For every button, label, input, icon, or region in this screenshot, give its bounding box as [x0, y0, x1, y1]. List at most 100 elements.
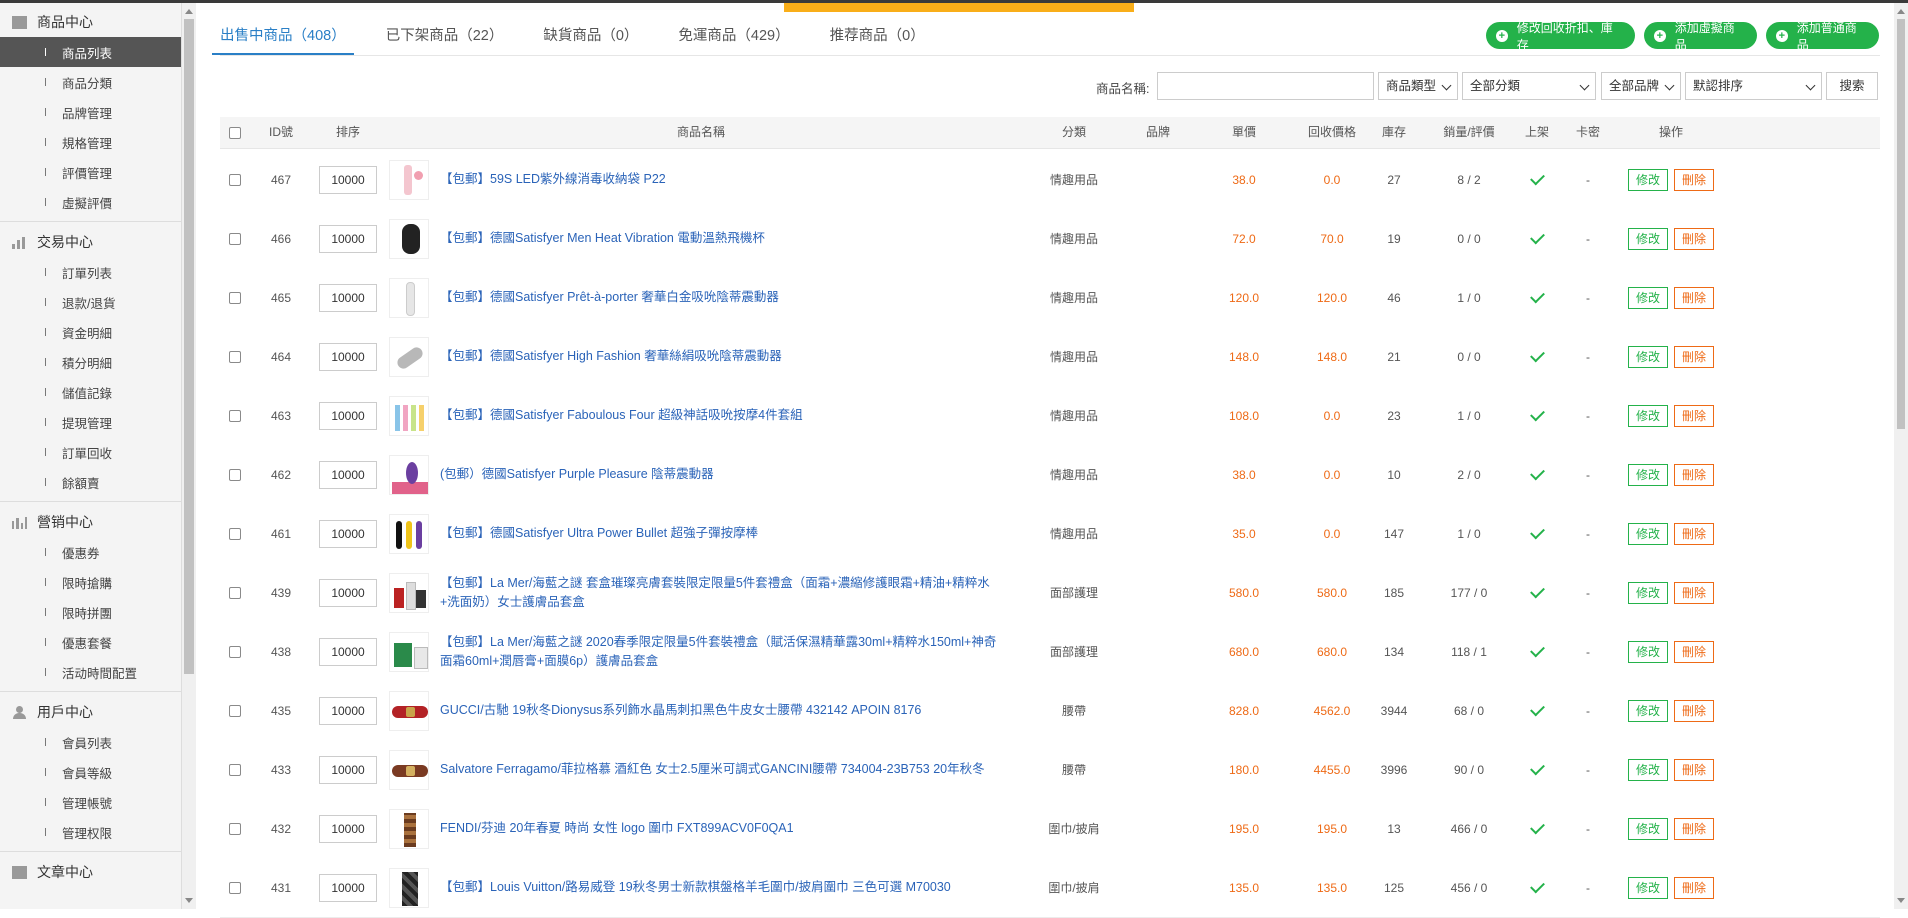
check-icon[interactable] [1529, 701, 1545, 716]
delete-button[interactable]: 刪除 [1674, 699, 1714, 722]
row-product-name[interactable]: 【包郵】德國Satisfyer Faboulous Four 超級神話吸吮按摩4… [440, 386, 1000, 445]
product-thumbnail[interactable] [389, 336, 429, 377]
sidebar-item[interactable]: 限時搶購 [0, 567, 181, 597]
row-checkbox[interactable] [229, 350, 241, 363]
edit-button[interactable]: 修改 [1628, 758, 1668, 781]
row-product-name[interactable]: 【包郵】德國Satisfyer Ultra Power Bullet 超強子彈按… [440, 504, 1000, 563]
tab-off-shelf[interactable]: 已下架商品（22） [386, 18, 504, 54]
sidebar-group-1[interactable]: 交易中心 [0, 227, 181, 257]
row-sort-input[interactable]: 10000 [319, 519, 377, 548]
row-checkbox[interactable] [229, 468, 241, 481]
row-sort-input[interactable]: 10000 [319, 873, 377, 902]
check-icon[interactable] [1529, 406, 1545, 421]
delete-button[interactable]: 刪除 [1674, 758, 1714, 781]
edit-button[interactable]: 修改 [1628, 168, 1668, 191]
delete-button[interactable]: 刪除 [1674, 286, 1714, 309]
sidebar-item[interactable]: 會員等級 [0, 757, 181, 787]
select-all-checkbox[interactable] [229, 126, 241, 139]
sidebar-item[interactable]: 商品分類 [0, 67, 181, 97]
sidebar-scroll-thumb[interactable] [184, 19, 194, 674]
check-icon[interactable] [1529, 229, 1545, 244]
row-checkbox[interactable] [229, 527, 241, 540]
edit-button[interactable]: 修改 [1628, 640, 1668, 663]
sidebar-item[interactable]: 商品列表 [0, 37, 181, 67]
sidebar-item[interactable]: 訂單回收 [0, 437, 181, 467]
row-product-name[interactable]: 【包郵】Louis Vuitton/路易威登 19秋冬男士新款棋盤格羊毛圍巾/披… [440, 858, 1000, 917]
delete-button[interactable]: 刪除 [1674, 581, 1714, 604]
delete-button[interactable]: 刪除 [1674, 876, 1714, 899]
row-checkbox[interactable] [229, 763, 241, 776]
sidebar-item[interactable]: 限時拼團 [0, 597, 181, 627]
edit-button[interactable]: 修改 [1628, 345, 1668, 368]
sidebar-group-4[interactable]: 文章中心 [0, 857, 181, 887]
edit-button[interactable]: 修改 [1628, 522, 1668, 545]
product-thumbnail[interactable] [389, 218, 429, 259]
check-icon[interactable] [1529, 465, 1545, 480]
sidebar-item[interactable]: 評價管理 [0, 157, 181, 187]
check-icon[interactable] [1529, 170, 1545, 185]
row-sort-input[interactable]: 10000 [319, 637, 377, 666]
row-checkbox[interactable] [229, 232, 241, 245]
sidebar-item[interactable]: 訂單列表 [0, 257, 181, 287]
delete-button[interactable]: 刪除 [1674, 640, 1714, 663]
product-thumbnail[interactable] [389, 277, 429, 318]
row-product-name[interactable]: 【包郵】La Mer/海藍之謎 套盒璀璨亮膚套裝限定限量5件套禮盒（面霜+濃縮修… [440, 563, 1000, 622]
scroll-down-icon[interactable] [1897, 898, 1905, 903]
delete-button[interactable]: 刪除 [1674, 345, 1714, 368]
add-virtual-button[interactable]: + 添加虛擬商品 [1644, 21, 1757, 52]
delete-button[interactable]: 刪除 [1674, 817, 1714, 840]
row-checkbox[interactable] [229, 173, 241, 186]
row-sort-input[interactable]: 10000 [319, 755, 377, 784]
row-sort-input[interactable]: 10000 [319, 283, 377, 312]
product-thumbnail[interactable] [389, 159, 429, 200]
sidebar-item[interactable]: 管理帳號 [0, 787, 181, 817]
row-checkbox[interactable] [229, 645, 241, 658]
product-thumbnail[interactable] [389, 631, 429, 672]
check-icon[interactable] [1529, 288, 1545, 303]
sidebar-item[interactable]: 優惠套餐 [0, 627, 181, 657]
sidebar-item[interactable]: 會員列表 [0, 727, 181, 757]
row-product-name[interactable]: 【包郵】德國Satisfyer Prêt-à-porter 奢華白金吸吮陰蒂震動… [440, 268, 1000, 327]
row-product-name[interactable]: 【包郵】La Mer/海藍之謎 2020春季限定限量5件套裝禮盒（賦活保濕精華露… [440, 622, 1000, 681]
sidebar-item[interactable]: 退款/退貨 [0, 287, 181, 317]
row-product-name[interactable]: 【包郵】德國Satisfyer Men Heat Vibration 電動溫熱飛… [440, 209, 1000, 268]
product-thumbnail[interactable] [389, 749, 429, 790]
scroll-down-icon[interactable] [185, 898, 193, 903]
sidebar-item[interactable]: 虛擬評價 [0, 187, 181, 217]
check-icon[interactable] [1529, 583, 1545, 598]
sidebar-scrollbar[interactable] [182, 3, 196, 909]
product-thumbnail[interactable] [389, 513, 429, 554]
row-checkbox[interactable] [229, 409, 241, 422]
main-scrollbar[interactable] [1894, 3, 1908, 909]
edit-button[interactable]: 修改 [1628, 227, 1668, 250]
row-checkbox[interactable] [229, 822, 241, 835]
delete-button[interactable]: 刪除 [1674, 463, 1714, 486]
search-button[interactable]: 搜索 [1826, 72, 1878, 100]
product-thumbnail[interactable] [389, 395, 429, 436]
category-select[interactable]: 全部分類 [1462, 72, 1596, 100]
sidebar-item[interactable]: 資金明細 [0, 317, 181, 347]
row-sort-input[interactable]: 10000 [319, 401, 377, 430]
row-product-name[interactable]: (包郵）德國Satisfyer Purple Pleasure 陰蒂震動器 [440, 445, 1000, 504]
product-thumbnail[interactable] [389, 690, 429, 731]
sidebar-group-3[interactable]: 用戶中心 [0, 697, 181, 727]
tab-out-of-stock[interactable]: 缺貨商品（0） [543, 18, 638, 54]
tab-free-shipping[interactable]: 免運商品（429） [678, 18, 789, 54]
product-thumbnail[interactable] [389, 572, 429, 613]
edit-button[interactable]: 修改 [1628, 699, 1668, 722]
sidebar-item[interactable]: 餘額賣 [0, 467, 181, 497]
row-product-name[interactable]: GUCCI/古馳 19秋冬Dionysus系列飾水晶馬刺扣黑色牛皮女士腰帶 43… [440, 681, 1000, 740]
row-sort-input[interactable]: 10000 [319, 578, 377, 607]
edit-button[interactable]: 修改 [1628, 463, 1668, 486]
row-sort-input[interactable]: 10000 [319, 165, 377, 194]
scroll-up-icon[interactable] [185, 9, 193, 14]
sidebar-item[interactable]: 積分明細 [0, 347, 181, 377]
row-product-name[interactable]: Salvatore Ferragamo/菲拉格慕 酒紅色 女士2.5厘米可調式G… [440, 740, 1000, 799]
row-sort-input[interactable]: 10000 [319, 342, 377, 371]
product-thumbnail[interactable] [389, 867, 429, 908]
row-checkbox[interactable] [229, 881, 241, 894]
product-thumbnail[interactable] [389, 808, 429, 849]
check-icon[interactable] [1529, 642, 1545, 657]
delete-button[interactable]: 刪除 [1674, 168, 1714, 191]
tab-on-sale[interactable]: 出售中商品（408） [212, 18, 354, 55]
